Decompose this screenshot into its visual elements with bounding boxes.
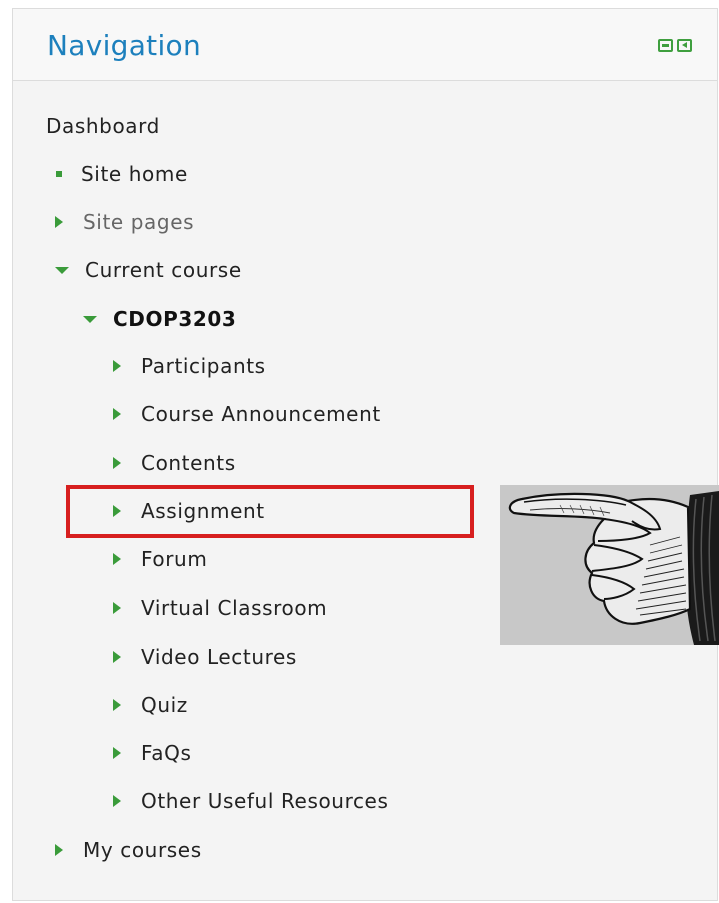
nav-item-course-code[interactable]: CDOP3203 [83, 302, 236, 336]
collapse-arrow-icon [83, 315, 97, 323]
nav-item-label: Site home [81, 162, 188, 186]
bullet-icon [56, 171, 62, 177]
collapse-arrow-icon [55, 266, 69, 274]
nav-item-current-course[interactable]: Current course [55, 253, 242, 287]
expand-arrow-icon [113, 602, 121, 614]
minus-box-icon[interactable] [658, 39, 673, 52]
nav-item-label: Current course [85, 258, 242, 282]
navigation-header: Navigation [13, 9, 717, 81]
course-item-label: Contents [141, 451, 236, 475]
expand-arrow-icon [113, 747, 121, 759]
navigation-title: Navigation [47, 29, 202, 62]
course-item-label: Participants [141, 354, 266, 378]
pointing-hand-image [500, 485, 719, 645]
expand-arrow-icon [113, 651, 121, 663]
course-item-label: Course Announcement [141, 402, 381, 426]
expand-arrow-icon [113, 699, 121, 711]
assignment-highlight-box [66, 485, 474, 538]
dock-left-icon[interactable] [677, 39, 692, 52]
nav-item-dashboard[interactable]: Dashboard [46, 109, 160, 143]
pointing-hand-icon [500, 485, 719, 645]
nav-item-label: My courses [83, 838, 202, 862]
course-item-contents[interactable]: Contents [113, 446, 236, 480]
course-item-video-lectures[interactable]: Video Lectures [113, 640, 297, 674]
expand-arrow-icon [55, 216, 63, 228]
course-item-participants[interactable]: Participants [113, 349, 266, 383]
course-item-quiz[interactable]: Quiz [113, 688, 188, 722]
nav-item-site-pages[interactable]: Site pages [55, 205, 194, 239]
nav-item-label: Dashboard [46, 114, 160, 138]
expand-arrow-icon [113, 553, 121, 565]
expand-arrow-icon [113, 795, 121, 807]
course-item-forum[interactable]: Forum [113, 542, 207, 576]
course-item-other-useful-resources[interactable]: Other Useful Resources [113, 784, 388, 818]
course-item-label: FaQs [141, 741, 192, 765]
course-item-label: Quiz [141, 693, 188, 717]
nav-item-my-courses[interactable]: My courses [55, 833, 202, 867]
course-item-label: Other Useful Resources [141, 789, 389, 813]
expand-arrow-icon [55, 844, 63, 856]
course-item-faqs[interactable]: FaQs [113, 736, 192, 770]
course-item-virtual-classroom[interactable]: Virtual Classroom [113, 591, 327, 625]
expand-arrow-icon [113, 457, 121, 469]
expand-arrow-icon [113, 408, 121, 420]
nav-item-label: CDOP3203 [113, 307, 237, 331]
course-item-course-announcement[interactable]: Course Announcement [113, 397, 381, 431]
block-controls [658, 39, 692, 52]
course-item-label: Video Lectures [141, 645, 297, 669]
nav-item-site-home[interactable]: Site home [55, 157, 188, 191]
course-item-label: Virtual Classroom [141, 596, 328, 620]
expand-arrow-icon [113, 360, 121, 372]
nav-item-label: Site pages [83, 210, 195, 234]
course-item-label: Forum [141, 547, 208, 571]
